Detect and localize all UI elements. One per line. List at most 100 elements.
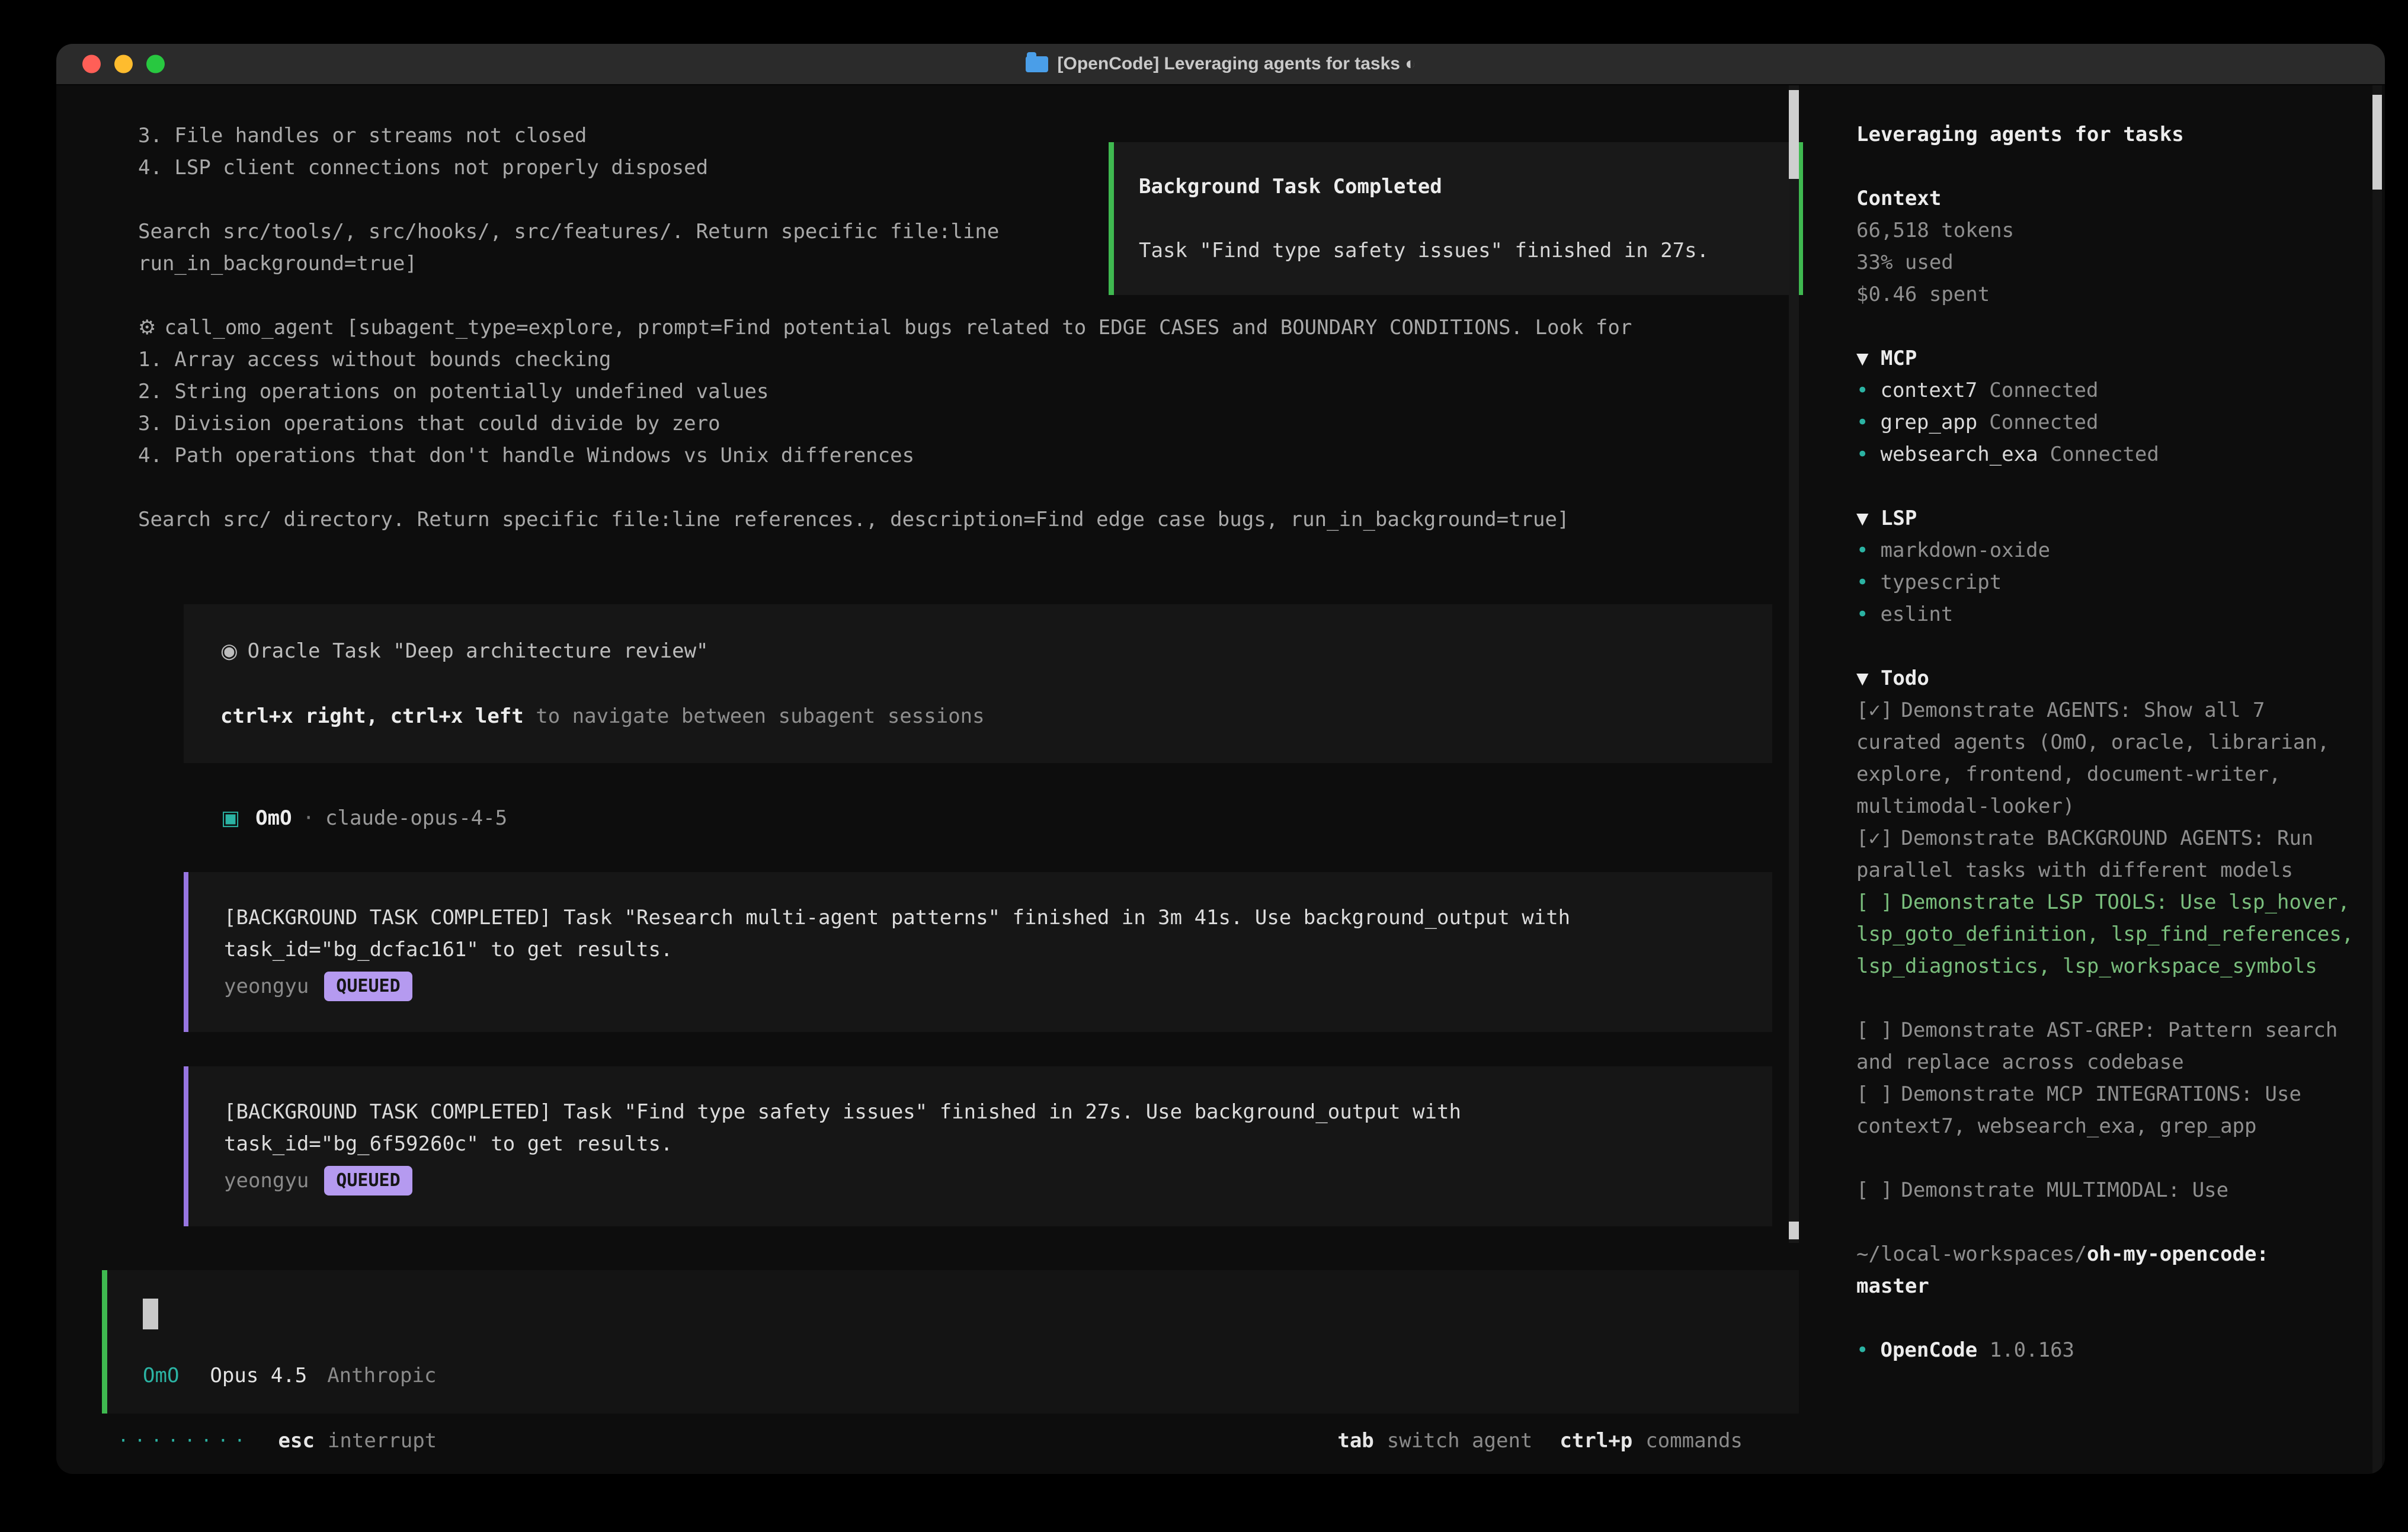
tab-key-hint: tab xyxy=(1337,1429,1373,1453)
todo-text: Demonstrate MCP INTEGRATIONS: Use contex… xyxy=(1856,1082,2301,1138)
traffic-lights xyxy=(82,55,165,73)
context-section: Context 66,518 tokens 33% used $0.46 spe… xyxy=(1856,182,2359,310)
workspace-line: ~/local-workspaces/oh-my-opencode: xyxy=(1856,1238,2359,1270)
separator-dot: · xyxy=(303,806,315,830)
close-button[interactable] xyxy=(82,55,101,73)
mcp-item: • grep_app Connected xyxy=(1856,406,2359,438)
todo-item: [ ]Demonstrate MCP INTEGRATIONS: Use con… xyxy=(1856,1078,2359,1142)
tab-key-label: switch agent xyxy=(1387,1429,1533,1453)
ctrlp-key-label: commands xyxy=(1645,1429,1743,1453)
log-line: 1. Array access without bounds checking xyxy=(138,344,1831,376)
workspace-dir: ~/local-workspaces/ xyxy=(1856,1242,2087,1266)
agent-square-icon: ▣ xyxy=(221,806,240,830)
context-spent: $0.46 spent xyxy=(1856,278,2359,310)
checkbox-empty-icon: [ ] xyxy=(1856,1178,1893,1202)
message-author: yeongyu xyxy=(224,970,309,1002)
todo-text: Demonstrate AGENTS: Show all 7 curated a… xyxy=(1856,698,2329,818)
gear-icon: ⚙ xyxy=(138,316,156,339)
lsp-section-header[interactable]: ▼ LSP xyxy=(1856,502,2359,534)
lsp-name: eslint xyxy=(1880,602,1953,626)
window-title-text: [OpenCode] Leveraging agents for tasks ◐ xyxy=(1058,54,1416,74)
switch-agent-hint: tab switch agent xyxy=(1337,1429,1532,1453)
checkbox-checked-icon: [✓] xyxy=(1856,698,1893,722)
lsp-item: • markdown-oxide xyxy=(1856,534,2359,566)
context-used: 33% used xyxy=(1856,246,2359,278)
esc-key-hint: esc xyxy=(278,1429,315,1453)
mcp-name: context7 xyxy=(1880,379,1977,402)
minimize-button[interactable] xyxy=(114,55,133,73)
agent-name: OmO xyxy=(255,806,292,830)
bullet-icon: • xyxy=(1856,1338,1868,1362)
folder-icon xyxy=(1026,56,1048,72)
chat-scroll-area[interactable]: 3. File handles or streams not closed 4.… xyxy=(56,85,1831,1243)
tool-call-line: ⚙ call_omo_agent [subagent_type=explore, … xyxy=(138,312,1831,344)
bullet-icon: • xyxy=(1856,539,1868,562)
mcp-name: grep_app xyxy=(1880,411,1977,434)
sidebar-footer: •OpenCode 1.0.163 xyxy=(1856,1334,2359,1366)
zoom-button[interactable] xyxy=(146,55,165,73)
todo-item-active: [ ]Demonstrate LSP TOOLS: Use lsp_hover,… xyxy=(1856,886,2359,982)
status-bar-right: tab switch agent ctrl+p commands xyxy=(1337,1429,1743,1453)
prompt-input[interactable]: OmO Opus 4.5 Anthropic xyxy=(102,1270,1799,1414)
todo-item: [✓]Demonstrate BACKGROUND AGENTS: Run pa… xyxy=(1856,822,2359,886)
mcp-status: Connected xyxy=(1989,411,2098,434)
log-line: 3. Division operations that could divide… xyxy=(138,408,1831,440)
message-meta: yeongyu QUEUED xyxy=(224,970,1737,1002)
lsp-name: typescript xyxy=(1880,571,2002,594)
checkbox-empty-icon: [ ] xyxy=(1856,1082,1893,1106)
input-provider-name: Anthropic xyxy=(327,1364,436,1387)
message-line: task_id="bg_dcfac161" to get results. xyxy=(224,934,1737,966)
log-line: Search src/ directory. Return specific f… xyxy=(138,504,1831,536)
hint-keys: ctrl+x right, ctrl+x left xyxy=(220,704,524,728)
input-meta-row: OmO Opus 4.5 Anthropic xyxy=(143,1364,1763,1387)
hint-text: to navigate between subagent sessions xyxy=(524,704,985,728)
todo-section: ▼ Todo [✓]Demonstrate AGENTS: Show all 7… xyxy=(1856,662,2359,1206)
bullet-icon: • xyxy=(1856,379,1868,402)
bullet-icon: • xyxy=(1856,602,1868,626)
titlebar: [OpenCode] Leveraging agents for tasks ◐ xyxy=(56,44,2385,85)
bullet-icon: • xyxy=(1856,411,1868,434)
workspace-branch: master xyxy=(1856,1270,2359,1302)
mcp-status: Connected xyxy=(1989,379,2098,402)
lsp-name: markdown-oxide xyxy=(1880,539,2050,562)
esc-key-label: interrupt xyxy=(328,1429,437,1453)
sidebar-scrollbar-thumb[interactable] xyxy=(2372,95,2382,190)
todo-section-header[interactable]: ▼ Todo xyxy=(1856,662,2359,694)
commands-hint: ctrl+p commands xyxy=(1560,1429,1743,1453)
bullet-icon: • xyxy=(1856,443,1868,466)
todo-item: [ ]Demonstrate AST-GREP: Pattern search … xyxy=(1856,1014,2359,1078)
context-header: Context xyxy=(1856,182,2359,214)
tool-call-text: call_omo_agent [subagent_type=explore, p… xyxy=(164,316,1632,339)
oracle-task-panel: ◉Oracle Task "Deep architecture review" … xyxy=(184,604,1772,763)
session-title: Leveraging agents for tasks xyxy=(1856,118,2359,150)
background-task-message: [BACKGROUND TASK COMPLETED] Task "Find t… xyxy=(184,1066,1772,1226)
main-scrollbar-thumb[interactable] xyxy=(1789,90,1799,179)
message-line: [BACKGROUND TASK COMPLETED] Task "Find t… xyxy=(224,1096,1737,1128)
app-name: OpenCode xyxy=(1880,1338,1977,1362)
todo-item: [✓]Demonstrate AGENTS: Show all 7 curate… xyxy=(1856,694,2359,822)
mcp-section: ▼ MCP • context7 Connected • grep_app Connec… xyxy=(1856,342,2359,470)
ctrlp-key-hint: ctrl+p xyxy=(1560,1429,1632,1453)
mcp-section-header[interactable]: ▼ MCP xyxy=(1856,342,2359,374)
message-meta: yeongyu QUEUED xyxy=(224,1165,1737,1197)
background-task-toast: Background Task Completed Task "Find typ… xyxy=(1109,142,1803,295)
oracle-task-title-text: Oracle Task "Deep architecture review" xyxy=(248,639,709,663)
workspace-repo: oh-my-opencode: xyxy=(2087,1242,2269,1266)
toast-title: Background Task Completed xyxy=(1139,171,1773,203)
input-agent-name: OmO xyxy=(143,1364,179,1387)
blank-line xyxy=(138,472,1831,504)
spinner-dots: ········ xyxy=(118,1431,251,1451)
background-task-message: [BACKGROUND TASK COMPLETED] Task "Resear… xyxy=(184,872,1772,1032)
message-author: yeongyu xyxy=(224,1165,309,1197)
checkbox-empty-icon: [ ] xyxy=(1856,1018,1893,1042)
interrupt-hint: esc interrupt xyxy=(278,1429,437,1453)
mcp-name: websearch_exa xyxy=(1880,443,2038,466)
window-title: [OpenCode] Leveraging agents for tasks ◐ xyxy=(1026,54,1416,74)
terminal-main: 3. File handles or streams not closed 4.… xyxy=(56,85,1831,1474)
log-line: 2. String operations on potentially unde… xyxy=(138,376,1831,408)
todo-text: Demonstrate AST-GREP: Pattern search and… xyxy=(1856,1018,2337,1074)
message-line: task_id="bg_6f59260c" to get results. xyxy=(224,1128,1737,1160)
workspace-path: ~/local-workspaces/oh-my-opencode: maste… xyxy=(1856,1238,2359,1302)
text-cursor xyxy=(143,1299,158,1329)
main-scrollbar-thumb-bottom[interactable] xyxy=(1789,1222,1799,1239)
